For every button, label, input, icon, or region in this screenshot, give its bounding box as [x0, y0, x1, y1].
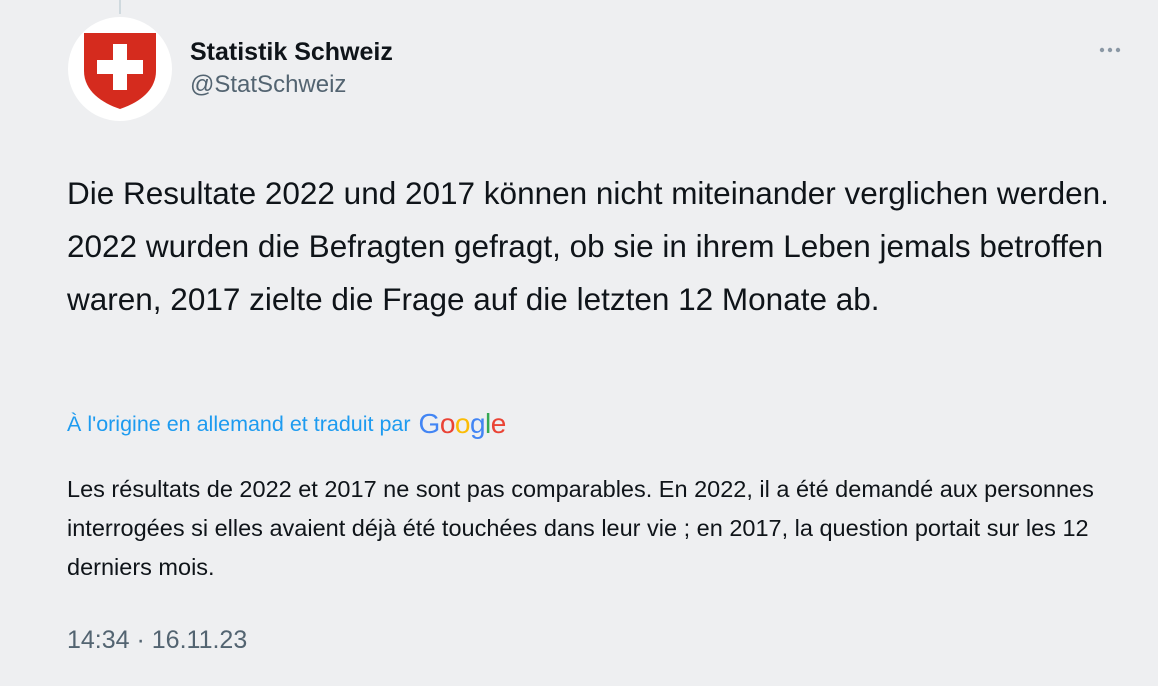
author-display-name[interactable]: Statistik Schweiz — [190, 36, 393, 68]
author-handle[interactable]: @StatSchweiz — [190, 68, 393, 102]
more-options-button[interactable] — [1096, 40, 1124, 60]
translated-tweet-text: Les résultats de 2022 et 2017 ne sont pa… — [67, 476, 1094, 580]
translation-note-label[interactable]: À l'origine en allemand et traduit par — [67, 412, 411, 437]
tweet-text: Die Resultate 2022 und 2017 können nicht… — [67, 175, 1109, 317]
more-horizontal-icon — [1099, 47, 1121, 53]
avatar[interactable] — [68, 17, 172, 121]
thread-connector-line — [119, 0, 121, 14]
translation-attribution[interactable]: À l'origine en allemand et traduit par G… — [67, 408, 506, 440]
tweet-timestamp[interactable]: 14:34 · 16.11.23 — [67, 626, 247, 655]
author-info[interactable]: Statistik Schweiz @StatSchweiz — [190, 36, 393, 102]
swiss-coat-of-arms-icon — [84, 33, 156, 109]
google-logo: Google — [418, 408, 507, 439]
